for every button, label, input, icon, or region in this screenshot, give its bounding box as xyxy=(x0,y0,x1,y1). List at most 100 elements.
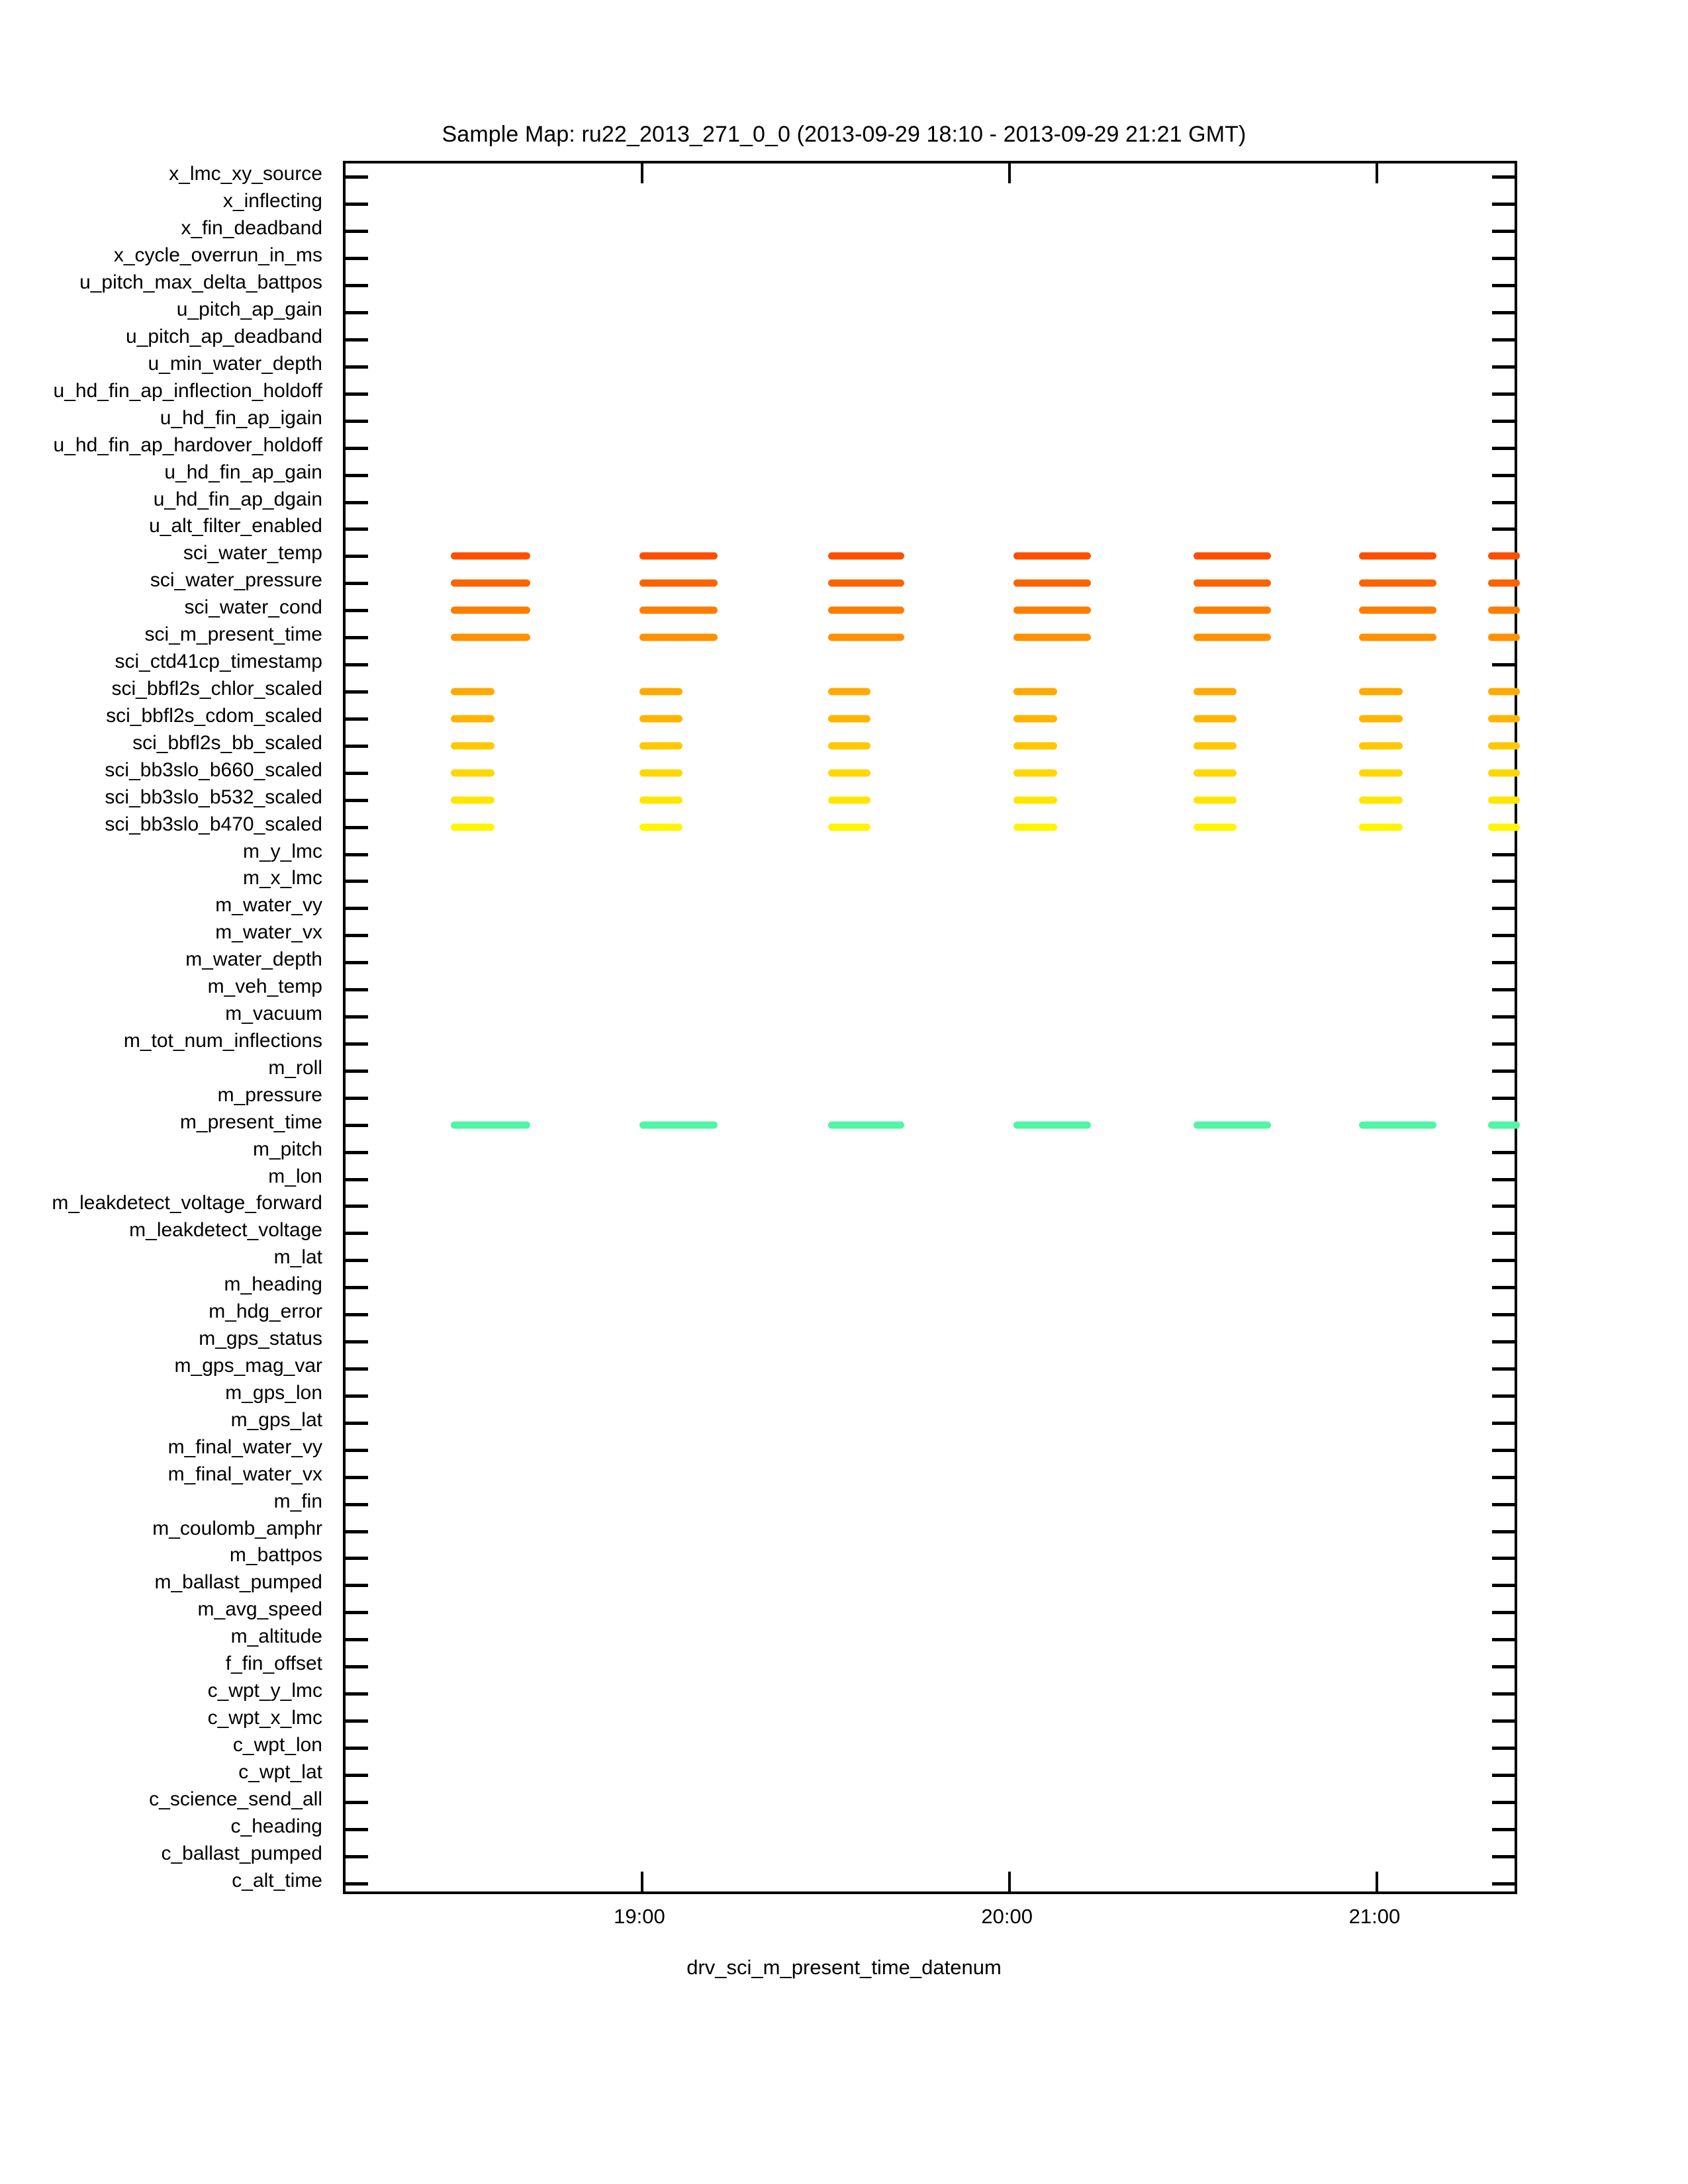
y-axis-tick-left xyxy=(346,527,368,531)
y-axis-tick-left xyxy=(346,1882,368,1886)
y-axis-tick-right xyxy=(1492,988,1515,992)
y-axis-tick-left xyxy=(346,852,368,856)
y-axis-tick-right xyxy=(1492,852,1515,856)
x-axis-tick-bottom xyxy=(1376,1872,1379,1891)
y-axis-tick-right xyxy=(1492,1746,1515,1750)
data-segment xyxy=(1013,742,1058,750)
y-axis-label: m_gps_lat xyxy=(230,1408,322,1431)
y-axis-tick-right xyxy=(1492,1719,1515,1723)
y-axis-label: u_hd_fin_ap_inflection_holdoff xyxy=(53,379,322,402)
y-axis-tick-left xyxy=(346,798,368,802)
data-segment xyxy=(828,633,905,641)
y-axis-label: u_hd_fin_ap_hardover_holdoff xyxy=(53,433,322,456)
y-axis-tick-left xyxy=(346,392,368,396)
data-segment xyxy=(1013,579,1092,587)
data-segment xyxy=(828,823,870,831)
data-segment xyxy=(1488,823,1520,831)
y-axis-tick-right xyxy=(1492,1692,1515,1696)
y-axis-label: sci_bbfl2s_chlor_scaled xyxy=(111,677,322,700)
y-axis-tick-right xyxy=(1492,1394,1515,1398)
y-axis-tick-right xyxy=(1492,1259,1515,1263)
data-segment xyxy=(828,688,870,696)
data-segment xyxy=(639,688,683,696)
y-axis-tick-right xyxy=(1492,1286,1515,1290)
x-axis-tick-label: 20:00 xyxy=(981,1905,1033,1928)
y-axis-label: m_roll xyxy=(268,1056,322,1079)
y-axis-tick-left xyxy=(346,636,368,640)
data-segment xyxy=(1193,796,1237,804)
data-segment xyxy=(639,742,683,750)
y-axis-label: u_hd_fin_ap_dgain xyxy=(153,488,322,510)
y-axis-label: c_heading xyxy=(230,1815,322,1837)
y-axis-label: m_y_lmc xyxy=(242,840,322,862)
y-axis-tick-right xyxy=(1492,392,1515,396)
x-axis-tick-top xyxy=(640,163,643,183)
y-axis-tick-right xyxy=(1492,1232,1515,1236)
y-axis-tick-left xyxy=(346,717,368,721)
y-axis-tick-left xyxy=(346,988,368,992)
y-axis-tick-right xyxy=(1492,1069,1515,1073)
y-axis-tick-left xyxy=(346,1123,368,1127)
y-axis-label: x_lmc_xy_source xyxy=(169,163,322,185)
y-axis-tick-right xyxy=(1492,1800,1515,1804)
data-segment xyxy=(1193,606,1271,614)
data-segment xyxy=(451,1121,530,1129)
y-axis-tick-left xyxy=(346,663,368,667)
chart-title: Sample Map: ru22_2013_271_0_0 (2013-09-2… xyxy=(442,122,1246,147)
y-axis-label: sci_bb3slo_b470_scaled xyxy=(105,813,322,835)
y-axis-label: f_fin_offset xyxy=(225,1653,322,1675)
chart-page: Sample Map: ru22_2013_271_0_0 (2013-09-2… xyxy=(0,0,1688,2184)
y-axis-tick-right xyxy=(1492,446,1515,450)
x-axis-tick-label: 19:00 xyxy=(614,1905,665,1928)
y-axis-label: u_hd_fin_ap_igain xyxy=(160,406,322,429)
y-axis-label: u_pitch_ap_gain xyxy=(176,298,322,321)
x-axis-tick-top xyxy=(1008,163,1011,183)
data-segment xyxy=(1013,606,1092,614)
y-axis-tick-left xyxy=(346,1394,368,1398)
y-axis-label: m_avg_speed xyxy=(197,1598,322,1621)
y-axis-tick-left xyxy=(346,1584,368,1588)
data-segment xyxy=(451,796,495,804)
y-axis-tick-right xyxy=(1492,1854,1515,1858)
y-axis-label: c_wpt_lon xyxy=(232,1733,322,1756)
data-segment xyxy=(828,715,870,723)
y-axis-tick-right xyxy=(1492,1773,1515,1777)
y-axis-tick-left xyxy=(346,1611,368,1615)
y-axis-tick-right xyxy=(1492,1475,1515,1479)
y-axis-label: m_heading xyxy=(224,1273,322,1296)
y-axis-label: m_water_vx xyxy=(215,921,322,944)
y-axis-label: c_wpt_y_lmc xyxy=(207,1680,322,1702)
data-segment xyxy=(1358,823,1403,831)
y-axis-tick-left xyxy=(346,609,368,613)
data-segment xyxy=(1488,633,1520,641)
y-axis-label: x_inflecting xyxy=(222,190,322,212)
y-axis-tick-right xyxy=(1492,1529,1515,1533)
y-axis-tick-right xyxy=(1492,1584,1515,1588)
y-axis-label: m_hdg_error xyxy=(209,1300,322,1323)
y-axis-tick-left xyxy=(346,825,368,829)
y-axis-label: c_science_send_all xyxy=(149,1788,322,1810)
y-axis-label: m_water_vy xyxy=(215,894,322,917)
y-axis-label: m_water_depth xyxy=(185,948,322,971)
data-segment xyxy=(1013,688,1058,696)
x-axis-tick-bottom xyxy=(640,1872,643,1891)
y-axis-tick-left xyxy=(346,500,368,504)
y-axis-tick-right xyxy=(1492,880,1515,884)
y-axis-tick-right xyxy=(1492,365,1515,369)
data-segment xyxy=(1358,552,1437,560)
data-segment xyxy=(1358,579,1437,587)
y-axis-tick-right xyxy=(1492,1340,1515,1344)
y-axis-tick-left xyxy=(346,311,368,315)
y-axis-tick-left xyxy=(346,1205,368,1208)
data-segment xyxy=(639,796,683,804)
x-axis-title: drv_sci_m_present_time_datenum xyxy=(686,1956,1002,1979)
y-axis-label: m_pressure xyxy=(217,1083,322,1106)
x-axis-tick-bottom xyxy=(1008,1872,1011,1891)
data-segment xyxy=(828,769,870,777)
y-axis-label: c_ballast_pumped xyxy=(161,1842,322,1864)
y-axis-label: sci_water_pressure xyxy=(150,569,322,592)
y-axis-tick-right xyxy=(1492,1096,1515,1100)
y-axis-tick-left xyxy=(346,1529,368,1533)
data-segment xyxy=(639,769,683,777)
y-axis-tick-left xyxy=(346,446,368,450)
